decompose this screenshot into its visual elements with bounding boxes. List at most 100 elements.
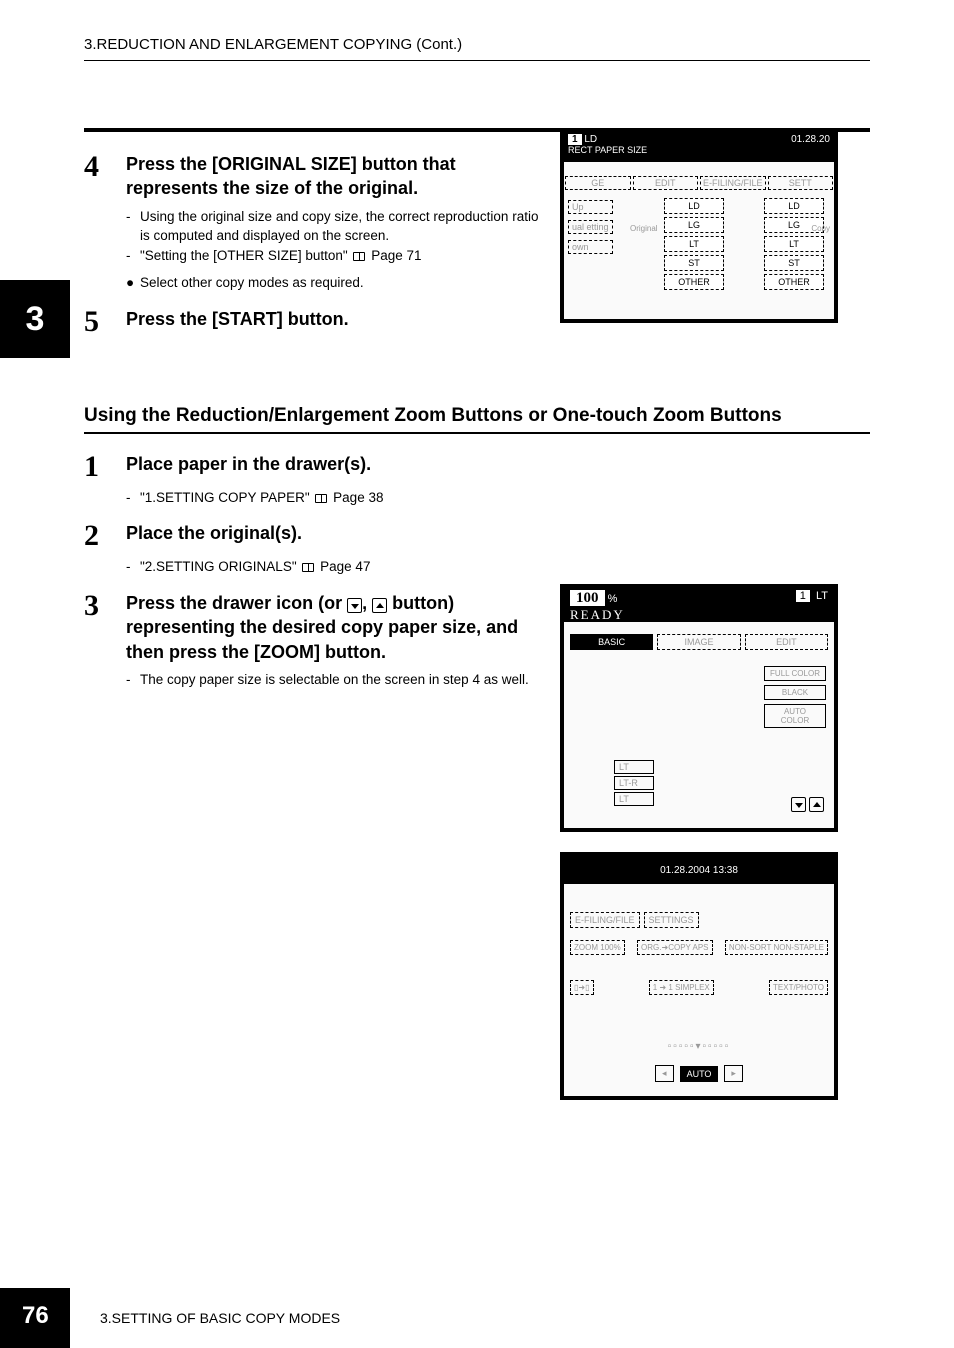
sort-indicator[interactable]: NON-SORT NON-STAPLE <box>725 940 828 955</box>
text-a: Press the drawer icon (or <box>126 593 347 613</box>
subheading: Using the Reduction/Enlargement Zoom But… <box>84 405 870 434</box>
density-scale: ▫▫▫▫▫▾▫▫▫▫▫ <box>564 1041 834 1052</box>
status-text: LD <box>584 134 597 145</box>
ual-etting-button[interactable]: ual etting <box>568 220 613 234</box>
density-lighter[interactable]: ◂ <box>655 1065 674 1082</box>
zoom-down-button[interactable] <box>791 797 806 812</box>
screenshot-original-size-panel: 1 LD RECT PAPER SIZE 01.28.20 GE EDIT E-… <box>560 128 838 323</box>
fig3-row-2: ▯➜▯ 1 ➜ 1 SIMPLEX TEXT/PHOTO <box>570 980 828 995</box>
list-item: - "1.SETTING COPY PAPER" Page 38 <box>126 488 870 508</box>
fig3-row-1: ZOOM 100% ORG.➜COPY APS NON-SORT NON-STA… <box>570 940 828 955</box>
tab-edit[interactable]: EDIT <box>633 176 699 190</box>
book-icon <box>315 494 327 503</box>
ready-text: READY <box>570 607 828 623</box>
up-arrow-icon <box>372 598 387 613</box>
text: Select other copy modes as required. <box>140 273 364 293</box>
fig2-tabs: BASIC IMAGE EDIT <box>568 634 830 650</box>
sub-step-2: 2 Place the original(s). <box>84 521 870 551</box>
tab-efiling[interactable]: E-FILING/FILE <box>570 912 640 928</box>
tab-sett[interactable]: SETT <box>768 176 834 190</box>
down-arrow-icon <box>347 598 362 613</box>
duplex-icon[interactable]: ▯➜▯ <box>570 980 594 995</box>
fig1-left-buttons: Up ual etting own <box>568 200 613 260</box>
orig-size-ld[interactable]: LD <box>664 198 724 214</box>
paper-drawer-buttons: LT LT-R LT <box>614 760 654 808</box>
zoom-arrows <box>791 797 824 812</box>
book-icon <box>353 252 365 261</box>
screenshot-basic-panel: 100 % 1 LT READY BASIC IMAGE EDIT FULL C… <box>560 584 838 832</box>
quote-text: "1.SETTING COPY PAPER" <box>140 490 310 505</box>
page-ref: Page 71 <box>371 248 421 263</box>
step-number: 1 <box>84 452 126 482</box>
orig-size-st[interactable]: ST <box>664 255 724 271</box>
drawer-lt[interactable]: LT <box>614 760 654 774</box>
running-header: 3.REDUCTION AND ENLARGEMENT COPYING (Con… <box>84 36 462 53</box>
counter: 1 <box>796 590 810 602</box>
quote-text: "Setting the [OTHER SIZE] button" <box>140 248 348 263</box>
fig3-bottom-nav: ◂ AUTO ▸ <box>564 1065 834 1082</box>
sub-step-2-body: - "2.SETTING ORIGINALS" Page 47 <box>126 557 870 577</box>
paper-ind: LT <box>816 590 828 602</box>
zoom-indicator[interactable]: ZOOM 100% <box>570 940 625 955</box>
tab-basic[interactable]: BASIC <box>570 634 653 650</box>
text-b: , <box>362 593 372 613</box>
tab-efiling[interactable]: E-FILING/FILE <box>700 176 766 190</box>
copy-size-st[interactable]: ST <box>764 255 824 271</box>
text: Using the original size and copy size, t… <box>140 207 544 246</box>
color-mode-buttons: FULL COLOR BLACK AUTO COLOR <box>764 666 826 732</box>
original-label: Original <box>630 224 658 233</box>
orig-size-lg[interactable]: LG <box>664 217 724 233</box>
date: 01.28.20 <box>791 134 830 145</box>
copy-size-other[interactable]: OTHER <box>764 274 824 290</box>
zoom-percent: 100 <box>570 590 605 606</box>
aps-indicator[interactable]: ORG.➜COPY APS <box>637 940 712 955</box>
list-item: - "2.SETTING ORIGINALS" Page 47 <box>126 557 870 577</box>
tab-ge[interactable]: GE <box>565 176 631 190</box>
simplex-indicator[interactable]: 1 ➜ 1 SIMPLEX <box>649 980 714 995</box>
orig-size-lt[interactable]: LT <box>664 236 724 252</box>
page-ref: Page 47 <box>320 559 370 574</box>
fig2-statusbar: 100 % 1 LT READY <box>564 588 834 622</box>
step-5: 5 Press the [START] button. <box>84 307 544 337</box>
drawer-lt-r[interactable]: LT-R <box>614 776 654 790</box>
fig3-datetime: 01.28.2004 13:38 <box>564 856 834 884</box>
screenshot-settings-panel: 01.28.2004 13:38 E-FILING/FILE SETTINGS … <box>560 852 838 1100</box>
fig1-size-grid: Original LD LG LT ST OTHER LD LG LT ST O… <box>624 198 828 301</box>
step-title: Press the [START] button. <box>126 307 349 331</box>
text-photo-indicator[interactable]: TEXT/PHOTO <box>769 980 828 995</box>
auto-color-button[interactable]: AUTO COLOR <box>764 704 826 728</box>
tab-edit[interactable]: EDIT <box>745 634 828 650</box>
zoom-up-button[interactable] <box>809 797 824 812</box>
tab-image[interactable]: IMAGE <box>657 634 740 650</box>
text: "Setting the [OTHER SIZE] button" Page 7… <box>140 246 422 266</box>
tab-settings[interactable]: SETTINGS <box>644 912 699 928</box>
text: "1.SETTING COPY PAPER" Page 38 <box>140 488 383 508</box>
book-icon <box>302 563 314 572</box>
step-title: Press the [ORIGINAL SIZE] button that re… <box>126 152 544 201</box>
own-button[interactable]: own <box>568 240 613 254</box>
percent-unit: % <box>608 593 618 605</box>
sub-step-1-body: - "1.SETTING COPY PAPER" Page 38 <box>126 488 870 508</box>
fig1-statusbar: 1 LD RECT PAPER SIZE 01.28.20 <box>564 132 834 162</box>
step-4-line-1: -Using the original size and copy size, … <box>126 207 544 246</box>
drawer-lt-2[interactable]: LT <box>614 792 654 806</box>
step-number: 5 <box>84 307 126 337</box>
step-title: Press the drawer icon (or , button) repr… <box>126 591 546 664</box>
black-button[interactable]: BLACK <box>764 685 826 700</box>
copy-size-column: LD LG LT ST OTHER <box>764 198 834 293</box>
footer-chapter: 3.SETTING OF BASIC COPY MODES <box>100 1310 340 1326</box>
orig-size-other[interactable]: OTHER <box>664 274 724 290</box>
original-size-column: LD LG LT ST OTHER <box>664 198 734 293</box>
copy-size-ld[interactable]: LD <box>764 198 824 214</box>
text: "2.SETTING ORIGINALS" Page 47 <box>140 557 370 577</box>
copy-label: Copy <box>811 224 830 233</box>
header-rule <box>84 60 870 61</box>
auto-density[interactable]: AUTO <box>680 1066 719 1082</box>
copy-size-lt[interactable]: LT <box>764 236 824 252</box>
full-color-button[interactable]: FULL COLOR <box>764 666 826 681</box>
up-button[interactable]: Up <box>568 200 613 214</box>
left-column: 4 Press the [ORIGINAL SIZE] button that … <box>84 152 544 337</box>
step-4: 4 Press the [ORIGINAL SIZE] button that … <box>84 152 544 201</box>
step-number: 4 <box>84 152 126 182</box>
density-darker[interactable]: ▸ <box>724 1065 743 1082</box>
